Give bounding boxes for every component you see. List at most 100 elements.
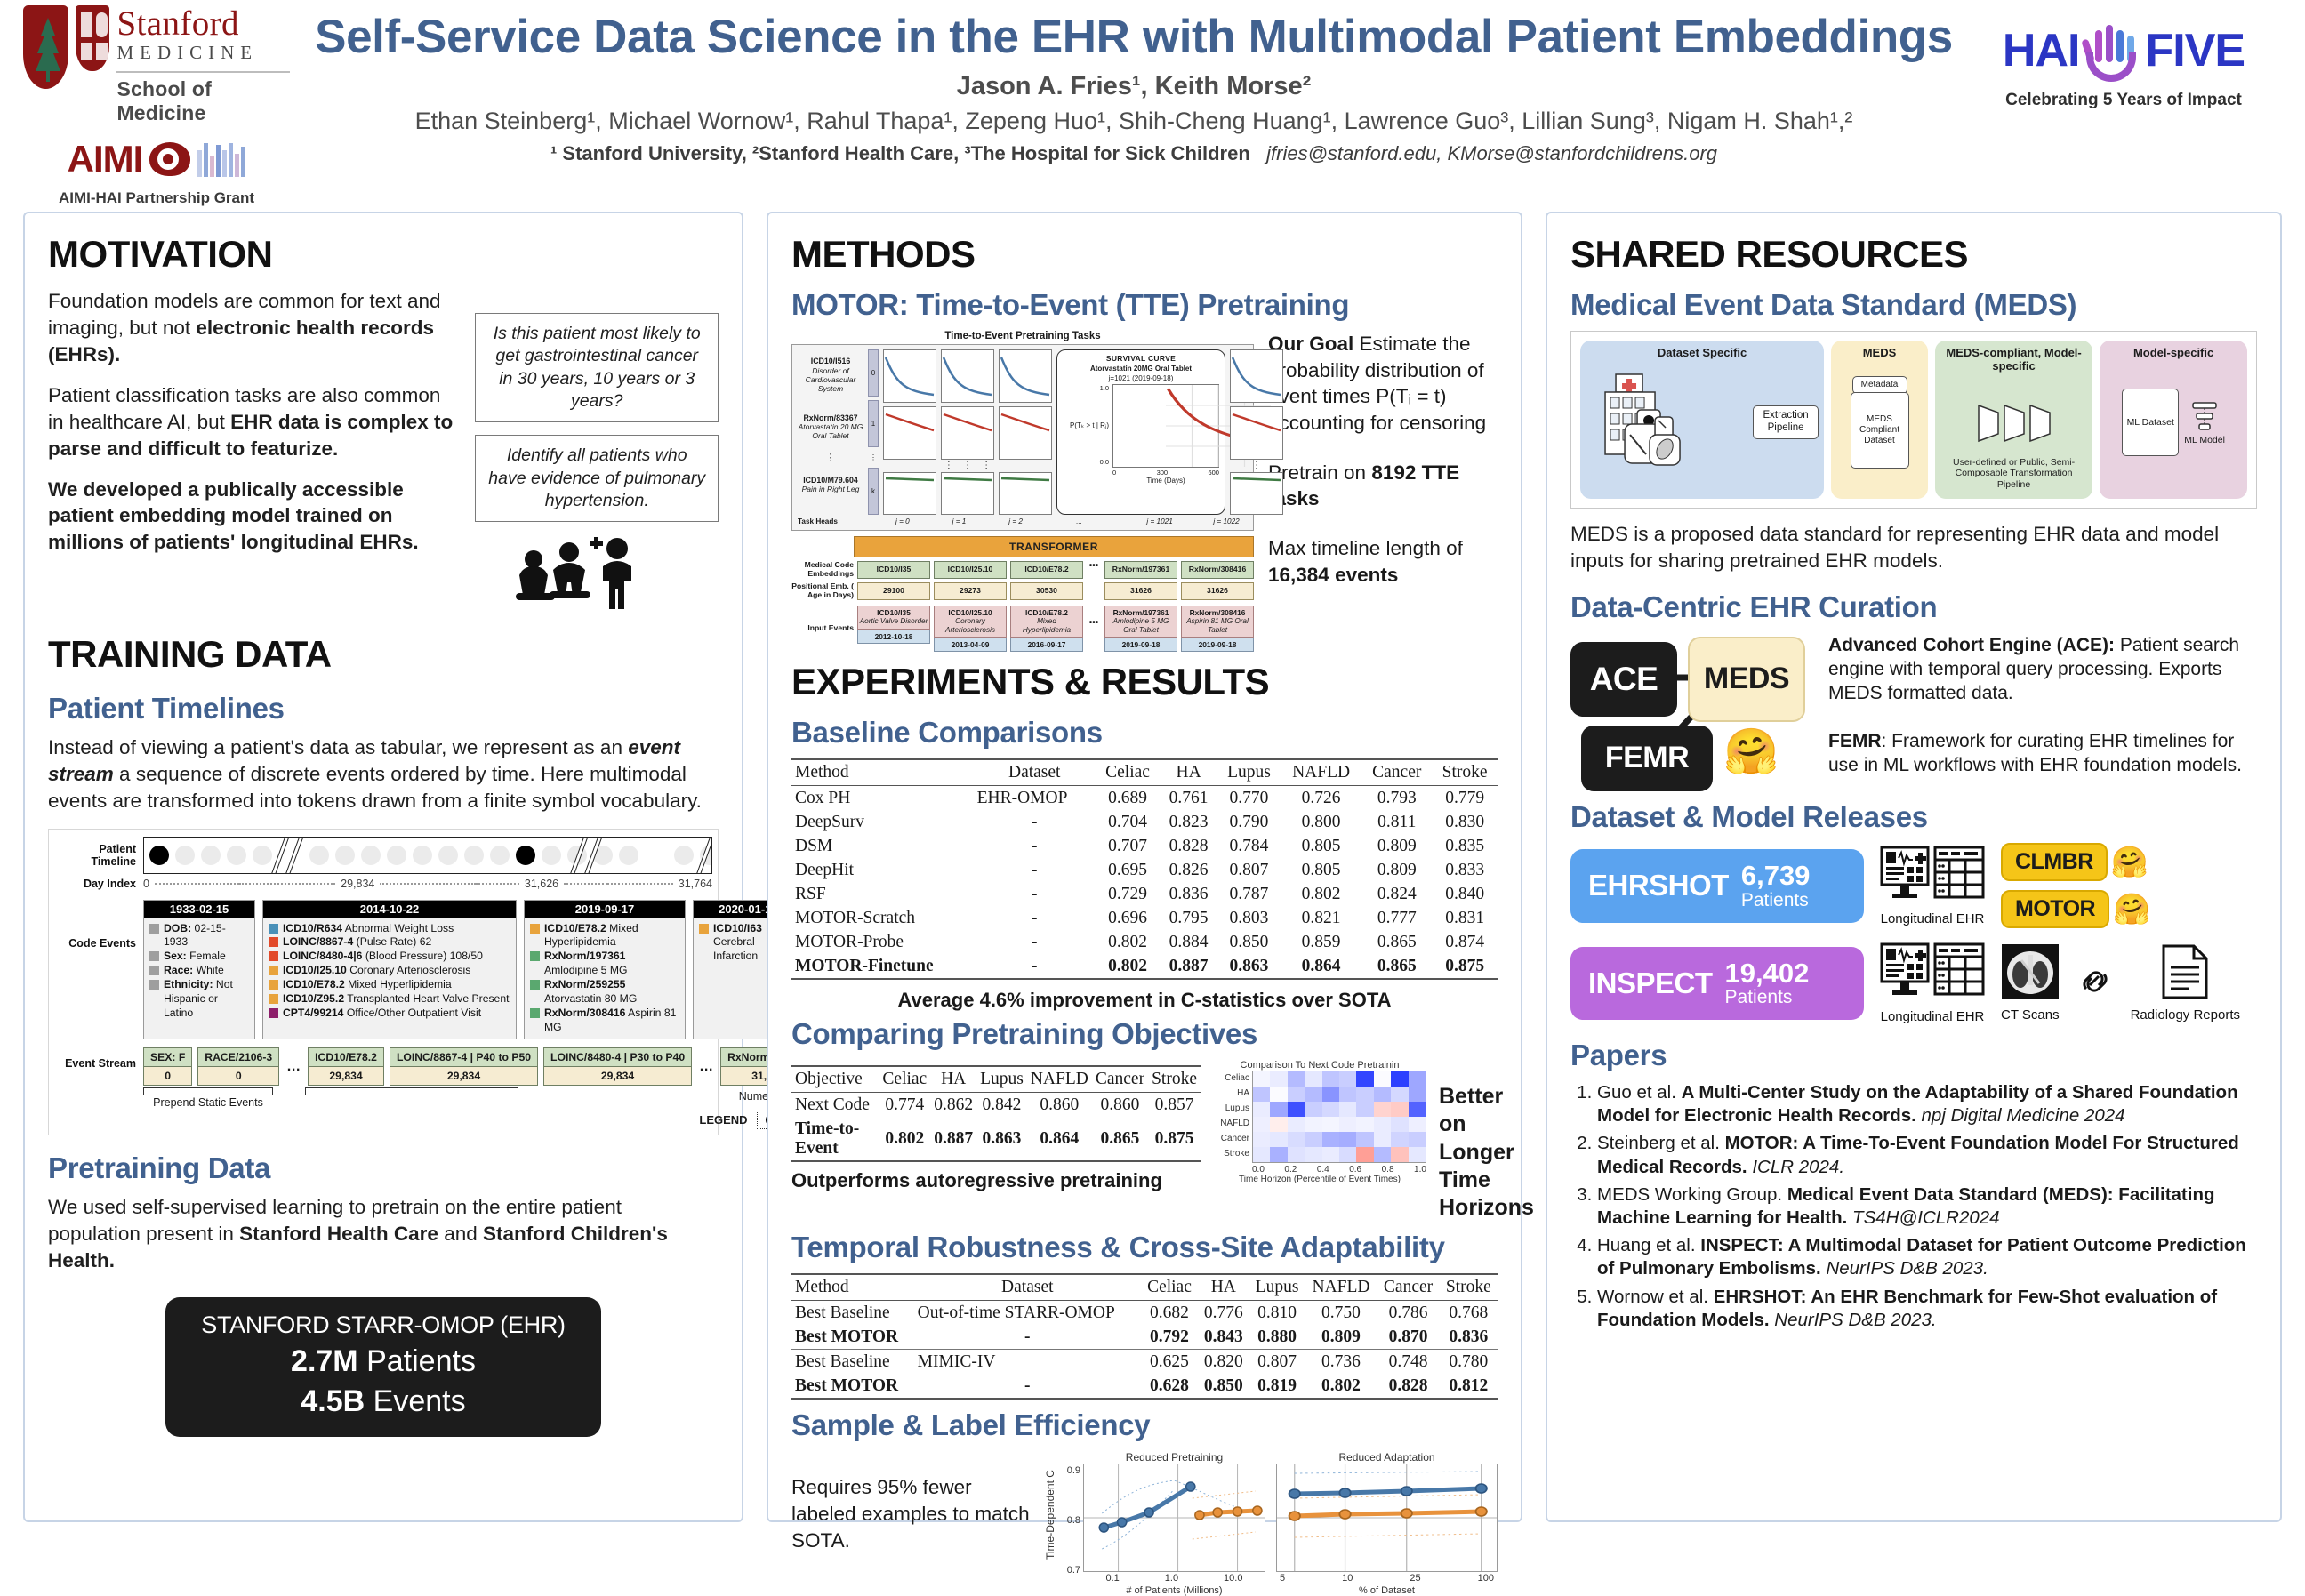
card-item: ICD10/R634 Abnormal Weight Loss (269, 922, 510, 936)
heatmap-row-label: Cancer (1220, 1134, 1249, 1143)
code-embedding: ICD10/I35 (857, 561, 930, 579)
heatmap-cell (1373, 1102, 1392, 1117)
day-index-value: 31,626 (524, 878, 559, 891)
paper-authors: Guo et al. (1597, 1081, 1682, 1103)
heatmap-cell (1305, 1147, 1322, 1162)
card-items: DOB: 02-15-1933 Sex: Female Race: White … (144, 918, 254, 1025)
heatmap-cell (1391, 1102, 1409, 1117)
hugging-face-icon: 🤗 (1723, 726, 1779, 776)
heatmap-cell (1305, 1132, 1322, 1147)
table-cell: 0.820 (1203, 1351, 1243, 1371)
heatmap-cell (1356, 1087, 1374, 1102)
meds-dataset-box: MEDS Compliant Dataset (1850, 391, 1909, 469)
stanford-wordmark: Stanford (116, 4, 239, 43)
col-header: Celiac (882, 1070, 928, 1088)
heatmap-cell (1253, 1147, 1271, 1162)
starr-omop-events: 4.5B Events (301, 1384, 466, 1419)
table-cell: 0.857 (1154, 1095, 1194, 1114)
transform-pipeline-note: User-defined or Public, Semi-Composable … (1952, 456, 2076, 491)
heatmap-cell (1373, 1117, 1392, 1132)
table-cell: Cox PH (795, 788, 851, 807)
table-cell: 0.768 (1449, 1303, 1489, 1322)
tte-curve-cell (941, 406, 994, 460)
heatmap-cell (1287, 1147, 1305, 1162)
timeline-dot (309, 846, 329, 866)
heatmap-cell (1287, 1132, 1305, 1147)
heatmap-cell (1321, 1071, 1339, 1087)
day-index-row: Day Index 0 29,834 31,626 31,764 (54, 878, 712, 890)
table-cell: 0.784 (1229, 836, 1269, 855)
heatmap-cell (1408, 1071, 1426, 1087)
chart-title: Reduced Pretraining (1125, 1451, 1224, 1464)
heatmap-cell (1270, 1087, 1288, 1102)
table-cell: 0.802 (1321, 1375, 1361, 1395)
col-header: Cancer (1372, 763, 1422, 782)
timeline-dot (413, 846, 432, 866)
heatmap-xtick: 0.4 (1316, 1165, 1329, 1175)
table-cell: 0.726 (1301, 788, 1341, 807)
pd-b: Stanford Health Care (239, 1223, 438, 1246)
code-swatch (269, 966, 278, 976)
stanford-medicine-text: MEDICINE (116, 42, 259, 64)
table-cell: MOTOR-Finetune (795, 956, 934, 975)
table-cell: 0.802 (885, 1128, 925, 1148)
table-cell: 0.823 (1169, 812, 1209, 831)
heatmap-cell (1253, 1117, 1271, 1132)
code-embeddings-row: Medical Code Embeddings ICD10/I35 ICD10/… (791, 560, 1254, 579)
code-swatch (699, 923, 709, 934)
event-token: SEX: F0 (143, 1047, 193, 1087)
timeline-dot (175, 846, 195, 866)
survival-curve-panel: SURVIVAL CURVE Atorvastatin 20MG Oral Ta… (1056, 349, 1271, 515)
tte-curve-cell (1230, 472, 1283, 515)
panel-title: MEDS (1862, 346, 1897, 359)
code-embedding: RxNorm/308416 (1181, 561, 1254, 579)
icon-label: Radiology Reports (2130, 1007, 2240, 1023)
chart-ytick: 0.7 (1066, 1565, 1080, 1576)
heatmap-row-label: HA (1237, 1088, 1249, 1098)
chart-ytick: 0.9 (1066, 1465, 1080, 1477)
input-event: ICD10/I35 Aortic Valve Disorder (857, 605, 930, 630)
table-cell: 0.736 (1321, 1351, 1361, 1371)
table-cell: 0.695 (1108, 860, 1147, 879)
code-embedding: RxNorm/197361 (1104, 561, 1177, 579)
survival-xtick: 600 (1208, 469, 1219, 477)
heatmap-cell (1253, 1087, 1271, 1102)
table-cell: - (1031, 956, 1038, 975)
table-cell: 0.865 (1377, 932, 1417, 951)
stanford-tree-logo (23, 5, 69, 89)
chart-xtick: 5 (1280, 1573, 1286, 1584)
code-swatch (149, 951, 159, 962)
heatmap-cell (1338, 1087, 1357, 1102)
section-heading-motivation: MOTIVATION (48, 233, 273, 275)
heatmap-row-label: Celiac (1225, 1073, 1249, 1083)
j-label: j = 1022 (1213, 517, 1240, 525)
table-cell: Best Baseline (795, 1303, 890, 1322)
table-cell: - (1031, 836, 1038, 855)
input-events-label: Input Events (807, 622, 854, 632)
timeline-dot (674, 846, 694, 866)
table-cell: 0.689 (1108, 788, 1147, 807)
paper-authors: Wornow et al. (1597, 1286, 1714, 1307)
code-swatch (269, 993, 278, 1004)
transform-funnels (1940, 404, 2087, 443)
day-index-label: Day Index (83, 878, 136, 891)
table-cell: 0.780 (1449, 1351, 1489, 1371)
timeline-dot (438, 846, 458, 866)
table-cell: 0.802 (1301, 884, 1341, 903)
meds-pipeline-figure: Dataset Specific Extraction Pipeline MED… (1570, 331, 2257, 509)
table-row: MOTOR-Finetune - 0.802 0.887 0.863 0.864 0.865… (791, 954, 1498, 979)
code-embedding: ICD10/I25.10 (934, 561, 1007, 579)
card-date: 2019-09-17 (525, 900, 685, 918)
table-cell: 0.795 (1169, 908, 1209, 927)
table-cell: MIMIC-IV (917, 1351, 996, 1371)
paper-entry: Guo et al. A Multi-Center Study on the A… (1597, 1081, 2257, 1127)
femr-logo: FEMR (1581, 725, 1713, 791)
heatmap-cell (1391, 1117, 1409, 1132)
example-query-box-1: Is this patient most likely to get gastr… (475, 313, 719, 423)
femr-description: FEMR: Framework for curating EHR timelin… (1828, 730, 2242, 776)
heatmap-row-label: Lupus (1225, 1103, 1249, 1113)
heatmap-cell (1391, 1132, 1409, 1147)
heatmap-cell (1305, 1117, 1322, 1132)
subheading-meds: Medical Event Data Standard (MEDS) (1570, 288, 2077, 321)
dataset-count: 19,402 (1724, 957, 1810, 989)
